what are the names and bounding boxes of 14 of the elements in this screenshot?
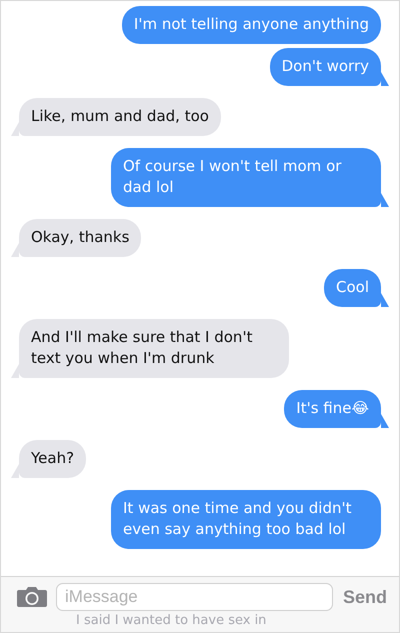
message-input[interactable]: iMessage — [56, 583, 333, 611]
message-bubble: Yeah? — [19, 440, 86, 478]
message-bubble: Like, mum and dad, too — [19, 98, 221, 136]
message-bubble: Of course I won't tell mom or dad lol — [111, 148, 381, 207]
message-bubble: Don't worry — [270, 48, 381, 86]
message-bubble: It was one time and you didn't even say anything too bad lol — [111, 490, 381, 549]
send-button[interactable]: Send — [340, 584, 389, 610]
faded-message-text: I said I wanted to have sex in — [75, 613, 268, 629]
message-bubble: It's fine😂 — [284, 390, 381, 428]
message-bubble: Cool — [324, 269, 381, 307]
message-bubble: And I'll make sure that I don't text you when I'm drunk — [19, 319, 289, 378]
message-bubble: Okay, thanks — [19, 219, 142, 257]
camera-icon[interactable] — [16, 586, 48, 608]
message-bubble: I'm not telling anyone anything — [122, 6, 381, 44]
